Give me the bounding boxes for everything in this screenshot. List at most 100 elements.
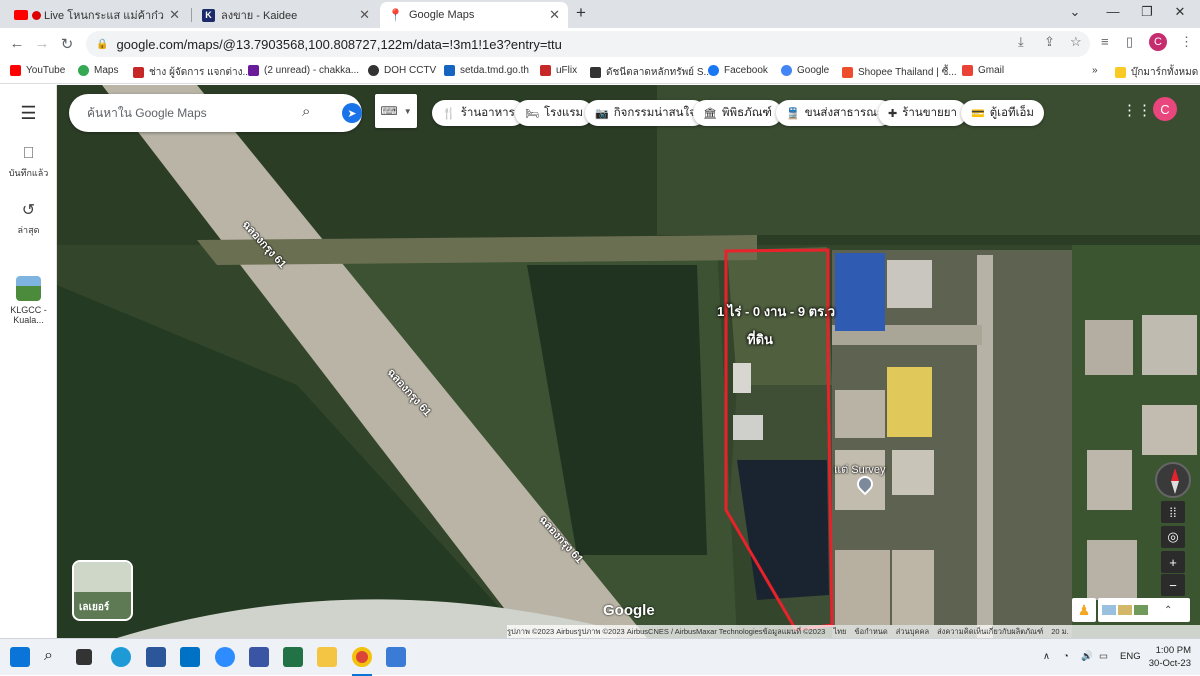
scale-bar[interactable]: 20 ม. [1051, 626, 1068, 638]
bookmark-gmail[interactable]: Gmail [962, 65, 1004, 76]
word-icon[interactable] [146, 647, 166, 667]
url-field[interactable]: 🔒 google.com/maps/@13.7903568,100.808727… [86, 31, 1090, 57]
bookmark-item[interactable]: ช่าง ผู้จัดการ แจกต่าง... [133, 65, 251, 80]
pegman-icon[interactable]: ♟ [1072, 598, 1096, 622]
outlook-icon[interactable] [180, 647, 200, 667]
bookmark-item[interactable]: (2 unread) - chakka... [248, 65, 359, 76]
bookmark-item[interactable]: uFlix [540, 65, 577, 76]
restore-icon[interactable]: ❐ [1137, 4, 1157, 20]
chip-hotels[interactable]: 🛏 โรงแรม [515, 100, 594, 126]
chevron-up-icon: ⌃ [1164, 604, 1173, 616]
close-icon[interactable]: ✕ [549, 7, 560, 23]
excel-icon[interactable] [283, 647, 303, 667]
clock-time[interactable]: 1:00 PM [1147, 645, 1191, 657]
museum-icon: 🏛 [703, 107, 717, 120]
bookmark-item[interactable]: ดัชนีตลาดหลักทรัพย์ S... [590, 65, 712, 80]
footer-link[interactable]: ไทย [833, 626, 846, 638]
place-label[interactable]: แต่ Survey [834, 460, 886, 478]
tab-google-maps[interactable]: 📍 Google Maps ✕ [380, 2, 568, 28]
browser-tab-bar: Live โหนกระแส แม่ค้าก๋วยเตี๋ยว... ✕ K ลง… [0, 0, 1200, 28]
footer-link[interactable]: ข้อกำหนด [854, 626, 887, 638]
language-indicator[interactable]: ENG [1120, 651, 1141, 663]
media-icon[interactable]: ≡ [1101, 34, 1109, 49]
share-icon[interactable]: ⇪ [1044, 34, 1055, 50]
recent-button[interactable]: ↺ ล่าสุด [0, 200, 57, 237]
tilt-icon[interactable]: ⁞⁞ [1161, 501, 1185, 523]
satellite-map[interactable]: ค้นหาใน Google Maps ⌕ ➤ ⌨ ▼ 🍴 ร้านอาหาร 🛏 โ… [57, 85, 1200, 638]
back-icon[interactable]: ← [8, 35, 26, 52]
teams-icon[interactable] [249, 647, 269, 667]
bookmark-google[interactable]: Google [781, 65, 829, 76]
file-explorer-icon[interactable] [317, 647, 337, 667]
compass-icon[interactable] [1155, 462, 1191, 498]
close-icon[interactable]: ✕ [169, 7, 180, 23]
all-bookmarks[interactable]: บุ๊กมาร์กทั้งหมด [1115, 65, 1198, 80]
clock-date[interactable]: 30-Oct-23 [1143, 658, 1191, 670]
minimize-icon[interactable]: — [1103, 4, 1123, 19]
profile-avatar[interactable]: C [1149, 33, 1167, 51]
directions-icon[interactable]: ➤ [342, 103, 362, 123]
install-icon[interactable]: ⤓ [1018, 34, 1024, 50]
my-location-icon[interactable]: ◎ [1161, 526, 1185, 548]
layers-label: เลเยอร์ [79, 602, 110, 613]
shopee-icon [842, 67, 853, 78]
new-tab-button[interactable]: + [576, 3, 586, 23]
bookmark-youtube[interactable]: YouTube [10, 65, 65, 76]
chip-things-to-do[interactable]: 📷 กิจกรรมน่าสนใจ [585, 100, 706, 126]
atm-icon: 💳 [971, 107, 985, 120]
chip-transit[interactable]: 🚆 ขนส่งสาธารณะ [776, 100, 894, 126]
volume-icon[interactable]: 🔊 [1081, 651, 1093, 663]
google-logo: Google [603, 602, 655, 619]
input-tools-button[interactable]: ⌨ ▼ [375, 94, 417, 128]
bookmarks-overflow[interactable]: » [1092, 65, 1098, 76]
reload-icon[interactable]: ↻ [58, 35, 76, 53]
layers-button[interactable]: เลเยอร์ [72, 560, 133, 621]
sidepanel-icon[interactable]: ▯ [1126, 34, 1133, 50]
tab-youtube-live[interactable]: Live โหนกระแส แม่ค้าก๋วยเตี๋ยว... ✕ [6, 2, 188, 28]
bookmark-maps[interactable]: Maps [78, 65, 118, 76]
footer-link[interactable]: ส่งความคิดเห็นเกี่ยวกับผลิตภัณฑ์ [937, 626, 1043, 638]
edge-icon[interactable] [111, 647, 131, 667]
menu-icon[interactable]: ⋮ [1180, 34, 1193, 50]
task-view-icon[interactable] [76, 649, 92, 665]
window-close-icon[interactable]: ✕ [1170, 4, 1190, 20]
chip-museums[interactable]: 🏛 พิพิธภัณฑ์ [693, 100, 782, 126]
bookmark-item[interactable]: DOH CCTV [368, 65, 436, 76]
account-avatar[interactable]: C [1153, 97, 1177, 121]
tab-search-icon[interactable]: ⌄ [1065, 4, 1085, 20]
imagery-thumbnails[interactable]: ⌃ [1098, 598, 1190, 622]
bookmark-item[interactable]: setda.tmd.go.th [444, 65, 529, 76]
maps-search-input[interactable]: ค้นหาใน Google Maps ⌕ ➤ [69, 94, 362, 132]
transit-icon: 🚆 [786, 107, 800, 120]
footer-link[interactable]: ส่วนบุคคล [896, 626, 929, 638]
camera-icon: 📷 [595, 107, 609, 120]
zoom-in-button[interactable]: + [1161, 551, 1185, 573]
saved-button[interactable]: ⎕ บันทึกแล้ว [0, 145, 57, 180]
battery-icon[interactable]: ▭ [1099, 651, 1108, 663]
lock-icon: 🔒 [96, 38, 109, 50]
chip-pharmacies[interactable]: ✚ ร้านขายยา [878, 100, 967, 126]
bookmark-facebook[interactable]: Facebook [708, 65, 768, 76]
uflix-icon [540, 65, 551, 76]
plot-area-label: 1 ไร่ - 0 งาน - 9 ตร.ว [717, 304, 836, 319]
zoom-icon[interactable] [215, 647, 235, 667]
recent-place-klgcc[interactable]: KLGCC - Kuala... [0, 276, 57, 325]
tab-kaidee[interactable]: K ลงขาย - Kaidee ✕ [194, 2, 378, 28]
close-icon[interactable]: ✕ [359, 7, 370, 23]
tab-title: ลงขาย - Kaidee [221, 10, 298, 22]
chip-restaurants[interactable]: 🍴 ร้านอาหาร [432, 100, 525, 126]
bookmark-shopee[interactable]: Shopee Thailand | ซื้... [842, 65, 957, 80]
forward-icon[interactable]: → [33, 35, 51, 52]
tray-chevron-icon[interactable]: ∧ [1043, 651, 1050, 663]
wifi-icon[interactable]: ◔ [1063, 651, 1069, 663]
windows-start-icon[interactable] [10, 647, 30, 667]
chrome-icon[interactable] [352, 647, 372, 667]
star-icon[interactable]: ☆ [1070, 34, 1082, 50]
hamburger-menu-icon[interactable]: ☰ [0, 103, 57, 124]
chip-atms[interactable]: 💳 ตู้เอทีเอ็ม [961, 100, 1045, 126]
zoom-out-button[interactable]: − [1161, 574, 1185, 596]
maps-icon: 📍 [388, 8, 403, 22]
photos-icon[interactable] [386, 647, 406, 667]
search-icon[interactable]: ⌕ [44, 647, 64, 667]
search-icon[interactable]: ⌕ [302, 103, 310, 120]
